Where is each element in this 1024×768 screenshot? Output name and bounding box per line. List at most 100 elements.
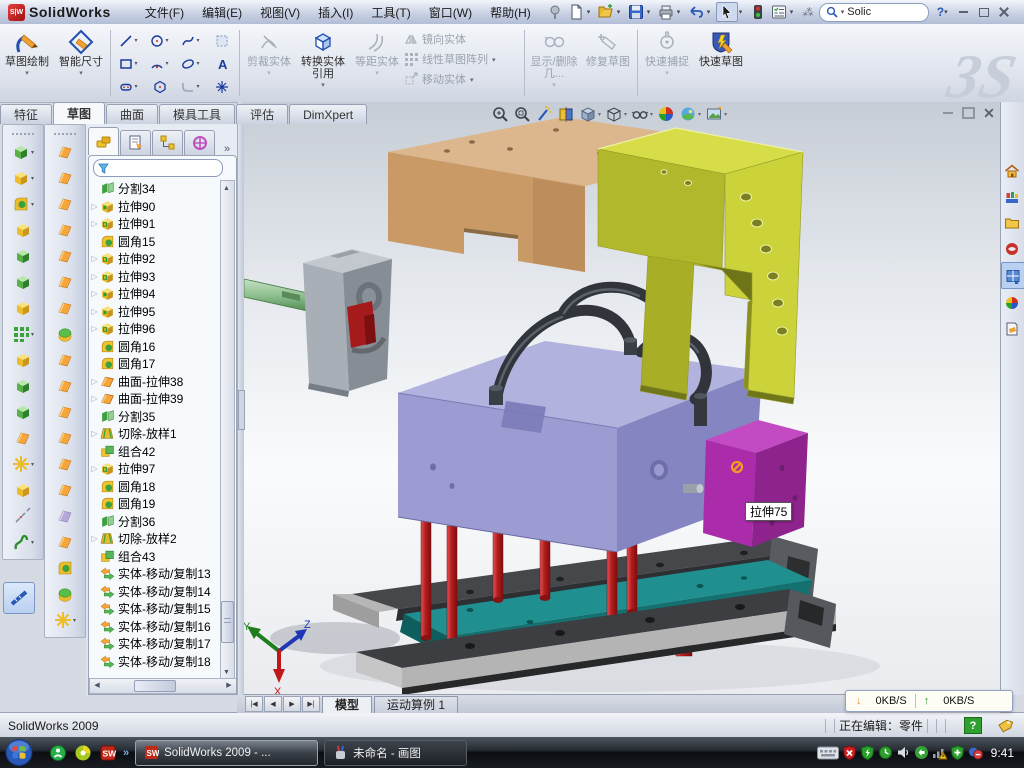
open-icon[interactable] <box>596 3 616 21</box>
new-icon[interactable] <box>566 3 586 21</box>
expand-icon[interactable]: ▷ <box>89 534 100 543</box>
swept-boss-button[interactable] <box>3 217 43 243</box>
tree-item[interactable]: ▷切除-放样2 <box>89 530 223 548</box>
tree-item[interactable]: 分割34 <box>89 180 223 198</box>
model-insert-block[interactable] <box>703 420 808 547</box>
panel-overflow-chevron[interactable]: » <box>224 143 230 155</box>
fold-button[interactable] <box>45 321 85 347</box>
taskpane-home[interactable] <box>1001 158 1023 183</box>
smart-dimension-button[interactable]: 智能尺寸▾ <box>54 24 108 102</box>
tree-item[interactable]: 组合43 <box>89 548 223 566</box>
model-nav-3[interactable]: ▶ <box>283 696 301 712</box>
tree-item[interactable]: 圆角17 <box>89 355 223 373</box>
menu-6[interactable]: 窗口(W) <box>421 1 480 24</box>
expand-icon[interactable]: ▷ <box>89 464 100 473</box>
expand-icon[interactable]: ▷ <box>89 289 100 298</box>
expand-icon[interactable]: ▷ <box>89 394 100 403</box>
green-shield-icon[interactable] <box>860 745 875 760</box>
select-box-tool[interactable] <box>206 29 237 52</box>
tree-filter-input[interactable] <box>112 161 206 175</box>
start-button[interactable] <box>3 737 37 768</box>
shell-button[interactable] <box>3 373 43 399</box>
insert-bends-button[interactable]: ▾ <box>45 607 85 633</box>
tree-item[interactable]: ▷拉伸91 <box>89 215 223 233</box>
vent-button[interactable] <box>45 477 85 503</box>
point-tool[interactable] <box>206 75 237 98</box>
save-dropdown-icon[interactable]: ▾ <box>647 8 655 16</box>
expand-icon[interactable]: ▷ <box>89 377 100 386</box>
tree-item[interactable]: 组合42 <box>89 443 223 461</box>
tree-scroll-thumb[interactable] <box>221 601 234 643</box>
tree-horizontal-scrollbar[interactable]: ◀ ▶ <box>89 678 237 694</box>
rapid-sketch-button[interactable]: 快速草图 <box>694 24 748 102</box>
tab-运动算例 1[interactable]: 运动算例 1 <box>374 696 458 713</box>
taskbar-window-paint[interactable]: 未命名 - 画图 <box>324 740 467 766</box>
expand-icon[interactable]: ▷ <box>89 324 100 333</box>
welded-corner-button[interactable] <box>45 529 85 555</box>
red-shield-icon[interactable] <box>842 745 857 760</box>
hem-button[interactable] <box>45 191 85 217</box>
filter-wand-icon[interactable] <box>534 104 554 124</box>
sheet-metal-gusset-button[interactable] <box>45 503 85 529</box>
elbow-button[interactable] <box>45 373 85 399</box>
tab-草图[interactable]: 草图 <box>53 102 105 124</box>
print-icon[interactable] <box>656 3 676 21</box>
search-dropdown-icon[interactable]: ▾ <box>841 8 845 16</box>
tab-property-manager[interactable] <box>120 130 151 155</box>
undo-icon[interactable] <box>686 3 706 21</box>
tab-特征[interactable]: 特征 <box>0 104 52 124</box>
solidworks-launcher-icon[interactable]: SW <box>99 744 117 762</box>
whats-new-icon[interactable]: ⁂ <box>799 3 819 21</box>
tree-item[interactable]: 分割35 <box>89 408 223 426</box>
rip-button[interactable] <box>45 425 85 451</box>
tree-item[interactable]: 圆角15 <box>89 233 223 251</box>
scroll-up-icon[interactable]: ▲ <box>221 182 232 194</box>
undo-dropdown-icon[interactable]: ▾ <box>707 8 715 16</box>
select-dropdown-icon[interactable]: ▾ <box>739 8 747 16</box>
panel-splitter[interactable] <box>237 102 244 695</box>
expand-icon[interactable]: ▷ <box>89 307 100 316</box>
tab-feature-manager[interactable] <box>88 127 119 155</box>
taskpane-custom-properties[interactable] <box>1001 290 1023 315</box>
quick-launch-chevron[interactable]: » <box>123 747 129 759</box>
taskpane-design-library[interactable] <box>1001 184 1023 209</box>
scroll-down-icon[interactable]: ▼ <box>221 666 232 678</box>
tree-item[interactable]: 实体-移动/复制17 <box>89 635 223 653</box>
menu-2[interactable]: 编辑(E) <box>194 1 250 24</box>
doc-minimize-button[interactable] <box>943 112 953 114</box>
curve-button[interactable]: ▾ <box>3 529 43 555</box>
search-box[interactable]: ▾ Solic <box>819 3 929 22</box>
measure-button-pressed[interactable] <box>3 582 35 614</box>
expand-icon[interactable]: ▷ <box>89 254 100 263</box>
tree-item[interactable]: ▷拉伸97 <box>89 460 223 478</box>
flat-pattern-button[interactable] <box>45 295 85 321</box>
tree-item[interactable]: ▷拉伸92 <box>89 250 223 268</box>
tag-icon[interactable] <box>996 718 1014 734</box>
tab-评估[interactable]: 评估 <box>236 104 288 124</box>
insert-part-button[interactable]: ▾ <box>3 451 43 477</box>
spline-tool[interactable]: ▾ <box>175 29 206 52</box>
scroll-left-icon[interactable]: ◀ <box>91 679 103 691</box>
line-tool[interactable]: ▾ <box>113 29 144 52</box>
apply-scene-icon[interactable]: ▾ <box>678 104 702 124</box>
menu-3[interactable]: 视图(V) <box>252 1 308 24</box>
tree-item[interactable]: ▷曲面-拉伸38 <box>89 373 223 391</box>
expand-icon[interactable]: ▷ <box>89 219 100 228</box>
tab-曲面[interactable]: 曲面 <box>106 104 158 124</box>
quick-tips-icon[interactable]: ? <box>964 717 982 734</box>
tab-configuration-manager[interactable] <box>152 130 183 155</box>
text-tool[interactable]: A <box>206 52 237 75</box>
tree-item[interactable]: ▷拉伸95 <box>89 303 223 321</box>
tree-item[interactable]: ▷曲面-拉伸39 <box>89 390 223 408</box>
base-flange-button[interactable] <box>45 139 85 165</box>
green-plus-shield-icon[interactable] <box>950 745 965 760</box>
arc-tool[interactable]: ▾ <box>144 52 175 75</box>
print-dropdown-icon[interactable]: ▾ <box>677 8 685 16</box>
fillet-button[interactable]: ▾ <box>3 191 43 217</box>
model-nav-2[interactable]: ◀ <box>264 696 282 712</box>
slot-tool[interactable]: ▾ <box>113 75 144 98</box>
sketched-bend-button[interactable] <box>45 165 85 191</box>
tree-item[interactable]: 实体-移动/复制13 <box>89 565 223 583</box>
help-dropdown-icon[interactable]: ▾ <box>944 8 952 16</box>
tab-模型[interactable]: 模型 <box>322 696 372 713</box>
